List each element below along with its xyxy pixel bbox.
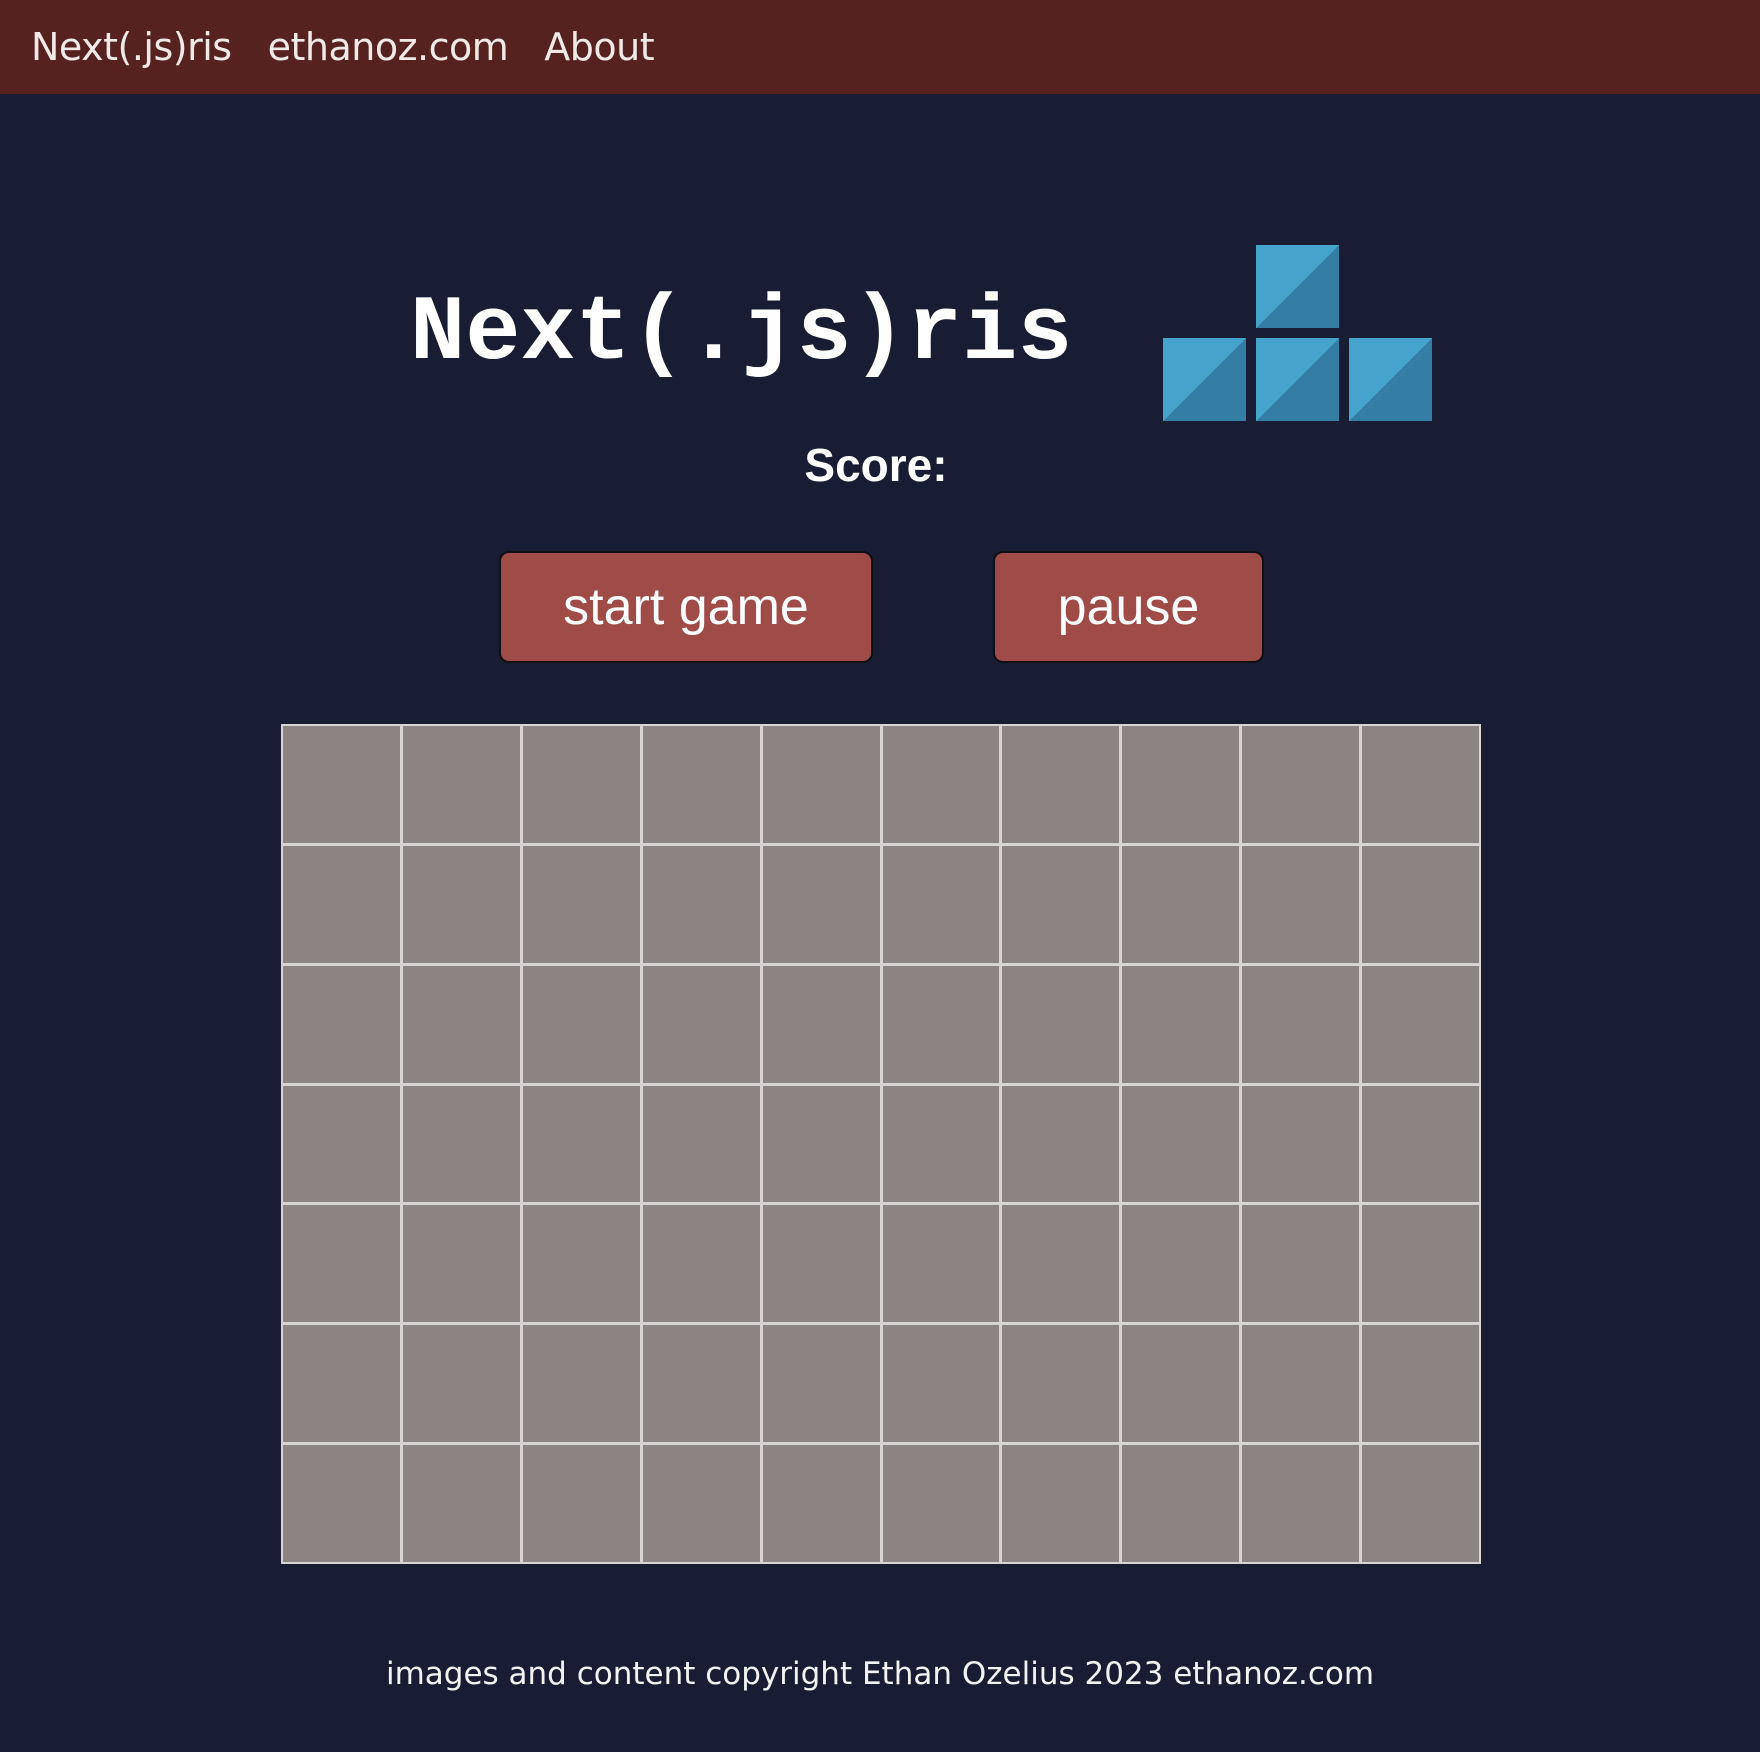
board-cell <box>882 845 1000 963</box>
board-cell <box>522 726 640 843</box>
board-cell <box>283 1325 400 1443</box>
board-cell <box>882 965 1000 1083</box>
game-title: Next(.js)ris <box>410 281 1073 386</box>
footer-copyright: images and content copyright Ethan Ozeli… <box>385 1656 1375 1692</box>
game-board[interactable] <box>281 724 1481 1564</box>
board-cell <box>1002 1205 1120 1323</box>
board-cell <box>1002 726 1120 843</box>
board-cell <box>762 1325 880 1443</box>
board-cell <box>522 1085 640 1203</box>
board-cell <box>1122 1205 1240 1323</box>
board-cell <box>1242 726 1360 843</box>
board-cell <box>283 1445 400 1562</box>
board-cell <box>283 1205 400 1323</box>
board-cell <box>1122 1445 1240 1562</box>
board-cell <box>762 1205 880 1323</box>
board-cell <box>1122 965 1240 1083</box>
board-cell <box>882 1085 1000 1203</box>
board-cell <box>283 845 400 963</box>
board-cell <box>1242 1445 1360 1562</box>
board-cell <box>1002 1445 1120 1562</box>
board-cell <box>283 1085 400 1203</box>
board-cell <box>642 1205 760 1323</box>
board-cell <box>1242 1205 1360 1323</box>
board-cell <box>882 1205 1000 1323</box>
board-cell <box>1002 845 1120 963</box>
board-cell <box>642 965 760 1083</box>
board-cell <box>1362 965 1479 1083</box>
board-cell <box>642 1445 760 1562</box>
board-cell <box>1362 845 1479 963</box>
board-cell <box>1242 1085 1360 1203</box>
board-cell <box>402 1445 520 1562</box>
board-cell <box>522 965 640 1083</box>
board-cell <box>522 1325 640 1443</box>
board-cell <box>642 726 760 843</box>
board-cell <box>642 845 760 963</box>
score-display: Score: <box>0 438 1760 492</box>
board-cell <box>1122 1085 1240 1203</box>
pause-button[interactable]: pause <box>993 551 1264 663</box>
board-cell <box>642 1085 760 1203</box>
nav-link-home[interactable]: Next(.js)ris <box>31 25 232 69</box>
board-cell <box>1362 726 1479 843</box>
board-cell <box>1122 726 1240 843</box>
board-cell <box>1242 965 1360 1083</box>
score-label: Score: <box>804 439 948 491</box>
board-cell <box>642 1325 760 1443</box>
top-navbar: Next(.js)ris ethanoz.com About <box>0 0 1760 94</box>
board-cell <box>402 965 520 1083</box>
board-cell <box>1362 1325 1479 1443</box>
board-cell <box>762 1085 880 1203</box>
board-cell <box>1362 1445 1479 1562</box>
board-cell <box>522 1445 640 1562</box>
board-cell <box>522 845 640 963</box>
board-cell <box>1002 1325 1120 1443</box>
board-cell <box>1122 845 1240 963</box>
board-cell <box>283 726 400 843</box>
board-cell <box>1122 1325 1240 1443</box>
board-cell <box>882 726 1000 843</box>
nav-link-about[interactable]: About <box>544 25 654 69</box>
tetromino-t-icon <box>1163 245 1432 421</box>
board-cell <box>1002 965 1120 1083</box>
board-cell <box>1362 1085 1479 1203</box>
board-cell <box>762 965 880 1083</box>
board-cell <box>762 1445 880 1562</box>
board-cell <box>1242 845 1360 963</box>
nav-link-ethanoz[interactable]: ethanoz.com <box>268 25 509 69</box>
board-cell <box>882 1325 1000 1443</box>
board-cell <box>283 965 400 1083</box>
board-cell <box>762 845 880 963</box>
board-cell <box>402 1085 520 1203</box>
board-cell <box>1002 1085 1120 1203</box>
board-cell <box>402 726 520 843</box>
start-game-button[interactable]: start game <box>499 551 873 663</box>
board-cell <box>762 726 880 843</box>
board-cell <box>402 1325 520 1443</box>
board-cell <box>882 1445 1000 1562</box>
board-cell <box>522 1205 640 1323</box>
board-cell <box>1242 1325 1360 1443</box>
board-cell <box>402 845 520 963</box>
board-cell <box>402 1205 520 1323</box>
board-cell <box>1362 1205 1479 1323</box>
